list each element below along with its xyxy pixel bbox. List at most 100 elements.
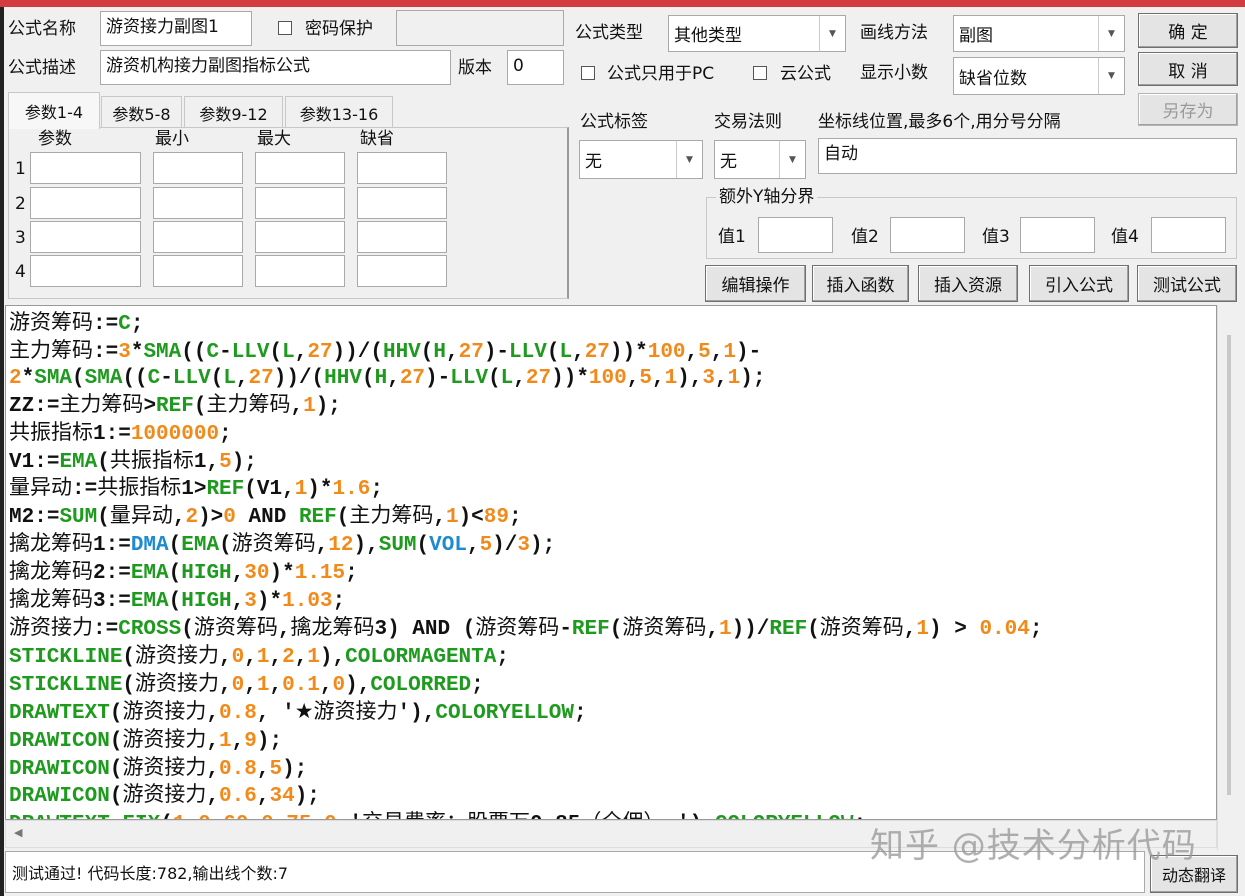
code-line: 主力筹码:=3*SMA((C-LLV(L,27))/(HHV(H,27)-LLV… <box>9 337 762 364</box>
param-row-number: 2 <box>15 194 26 214</box>
insert-function-button[interactable]: 插入函数 <box>812 265 909 302</box>
tab-params-9-12[interactable]: 参数9-12 <box>184 96 283 128</box>
import-formula-button[interactable]: 引入公式 <box>1029 265 1129 302</box>
code-line: DRAWTEXT(游资接力,0.8, '★游资接力'),COLORYELLOW; <box>9 698 587 725</box>
draw-method-select[interactable]: 副图 ▼ <box>953 15 1125 52</box>
param-header-max: 最大 <box>257 129 291 149</box>
code-line: V1:=EMA(共振指标1,5); <box>9 447 257 474</box>
formula-name-label: 公式名称 <box>8 19 76 39</box>
password-checkbox[interactable] <box>278 21 292 35</box>
trade-rule-select[interactable]: 无 ▼ <box>714 140 806 179</box>
code-line: 擒龙筹码2:=EMA(HIGH,30)*1.15; <box>9 559 358 586</box>
extra-y-value3-label: 值3 <box>982 227 1010 247</box>
param-min-input[interactable] <box>153 187 243 219</box>
param-name-input[interactable] <box>30 152 141 184</box>
formula-desc-label: 公式描述 <box>8 58 76 78</box>
param-header-min: 最小 <box>155 129 189 149</box>
param-header-name: 参数 <box>38 129 72 149</box>
code-line: 擒龙筹码1:=DMA(EMA(游资筹码,12),SUM(VOL,5)/3); <box>9 531 556 558</box>
code-line: ZZ:=主力筹码>REF(主力筹码,1); <box>9 391 341 418</box>
formula-type-select[interactable]: 其他类型 ▼ <box>668 15 846 52</box>
code-line: 2*SMA(SMA((C-LLV(L,27))/(HHV(H,27)-LLV(L… <box>9 366 766 390</box>
pc-only-label: 公式只用于PC <box>607 64 715 84</box>
tab-params-5-8[interactable]: 参数5-8 <box>101 96 182 128</box>
formula-tag-select[interactable]: 无 ▼ <box>579 140 703 179</box>
draw-method-value: 副图 <box>959 26 993 46</box>
version-input[interactable]: 0 <box>507 50 564 85</box>
extra-y-value3-input[interactable] <box>1020 217 1095 253</box>
insert-resource-button[interactable]: 插入资源 <box>918 265 1018 302</box>
code-line: STICKLINE(游资接力,0,1,0.1,0),COLORRED; <box>9 670 484 697</box>
param-min-input[interactable] <box>153 255 243 287</box>
param-name-input[interactable] <box>30 187 141 219</box>
code-line: 游资筹码:=C; <box>9 310 144 336</box>
code-line: 游资接力:=CROSS(游资筹码,擒龙筹码3) AND (游资筹码-REF(游资… <box>9 614 1043 641</box>
decimal-value: 缺省位数 <box>959 68 1027 89</box>
formula-tag-value: 无 <box>585 152 602 172</box>
edit-operation-button[interactable]: 编辑操作 <box>705 265 806 302</box>
param-default-input[interactable] <box>357 255 447 287</box>
draw-method-label: 画线方法 <box>860 23 928 43</box>
param-name-input[interactable] <box>30 255 141 287</box>
code-line: DRAWICON(游资接力,0.6,34); <box>9 782 320 809</box>
tab-params-1-4[interactable]: 参数1-4 <box>8 92 100 129</box>
extra-y-value1-label: 值1 <box>718 227 746 247</box>
formula-type-value: 其他类型 <box>674 26 742 46</box>
password-input[interactable] <box>396 10 564 46</box>
code-line: 擒龙筹码3:=EMA(HIGH,3)*1.03; <box>9 587 346 614</box>
extra-y-value4-label: 值4 <box>1111 227 1139 247</box>
param-max-input[interactable] <box>255 255 345 287</box>
decimal-select[interactable]: 缺省位数 ▼ <box>953 57 1125 95</box>
extra-y-value1-input[interactable] <box>758 217 833 253</box>
extra-y-value2-input[interactable] <box>890 217 965 253</box>
param-max-input[interactable] <box>255 221 345 253</box>
param-header-default: 缺省 <box>360 129 394 149</box>
formula-desc-input[interactable]: 游资机构接力副图指标公式 <box>100 50 451 85</box>
scroll-left-arrow-icon[interactable]: ◀ <box>14 826 22 839</box>
code-line: DRAWICON(游资接力,0.8,5); <box>9 754 308 781</box>
param-default-input[interactable] <box>357 221 447 253</box>
extra-y-value4-input[interactable] <box>1151 217 1226 253</box>
cloud-checkbox[interactable] <box>753 66 767 80</box>
param-name-input[interactable] <box>30 221 141 253</box>
password-label: 密码保护 <box>305 19 373 39</box>
param-row-number: 1 <box>15 159 26 179</box>
vertical-scrollbar-thumb[interactable] <box>1227 335 1231 795</box>
param-min-input[interactable] <box>153 152 243 184</box>
extra-y-value2-label: 值2 <box>851 227 879 247</box>
trade-rule-label: 交易法则 <box>714 112 782 132</box>
cloud-label: 云公式 <box>780 64 831 84</box>
tab-params-13-16[interactable]: 参数13-16 <box>285 96 393 128</box>
code-line: STICKLINE(游资接力,0,1,2,1),COLORMAGENTA; <box>9 642 509 669</box>
code-line: 共振指标1:=1000000; <box>9 419 232 446</box>
chevron-down-icon[interactable]: ▼ <box>819 16 845 51</box>
formula-type-label: 公式类型 <box>575 23 643 43</box>
code-line: M2:=SUM(量异动,2)>0 AND REF(主力筹码,1)<89; <box>9 503 522 530</box>
formula-name-input[interactable]: 游资接力副图1 <box>100 11 252 46</box>
param-min-input[interactable] <box>153 221 243 253</box>
pc-only-checkbox[interactable] <box>581 66 595 80</box>
chevron-down-icon[interactable]: ▼ <box>1098 16 1124 51</box>
save-as-button[interactable]: 另存为 <box>1138 93 1238 126</box>
watermark: 知乎 @技术分析代码 <box>870 826 1197 866</box>
code-editor[interactable]: 游资筹码:=C; 主力筹码:=3*SMA((C-LLV(L,27))/(HHV(H… <box>5 305 1217 820</box>
param-row-number: 4 <box>15 262 26 282</box>
cancel-button[interactable]: 取 消 <box>1138 52 1238 86</box>
extra-y-axis-label: 额外Y轴分界 <box>716 186 818 208</box>
chevron-down-icon[interactable]: ▼ <box>1098 58 1124 94</box>
param-default-input[interactable] <box>357 152 447 184</box>
param-default-input[interactable] <box>357 187 447 219</box>
param-max-input[interactable] <box>255 187 345 219</box>
trade-rule-value: 无 <box>720 152 737 172</box>
axis-position-input[interactable]: 自动 <box>818 138 1237 174</box>
code-line: 量异动:=共振指标1>REF(V1,1)*1.6; <box>9 475 383 502</box>
window-top-border <box>0 0 1245 7</box>
param-max-input[interactable] <box>255 152 345 184</box>
chevron-down-icon[interactable]: ▼ <box>676 141 702 178</box>
chevron-down-icon[interactable]: ▼ <box>779 141 805 178</box>
ok-button[interactable]: 确 定 <box>1138 13 1238 48</box>
window-left-edge <box>0 7 4 896</box>
code-line: DRAWICON(游资接力,1,9); <box>9 726 283 753</box>
test-formula-button[interactable]: 测试公式 <box>1137 265 1237 302</box>
formula-tag-label: 公式标签 <box>580 112 648 132</box>
